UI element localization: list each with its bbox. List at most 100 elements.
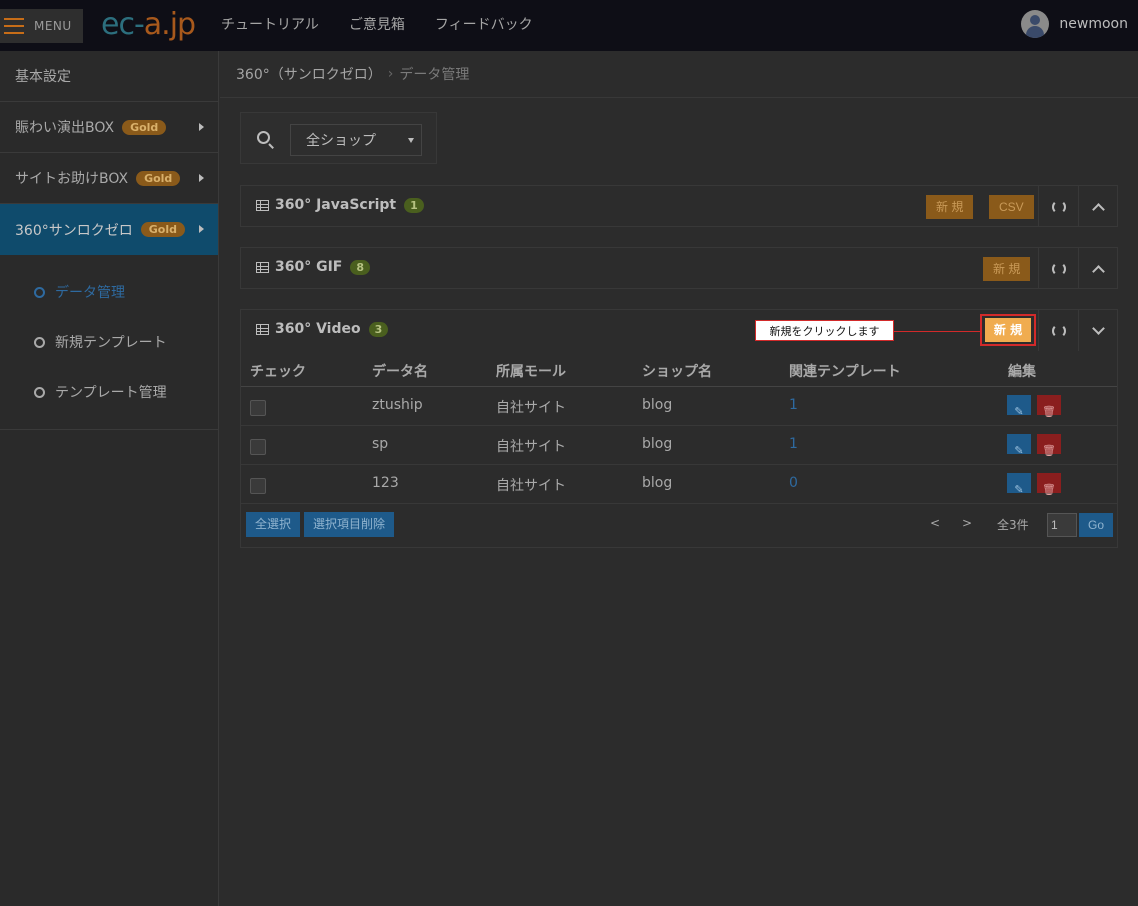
csv-button[interactable]: CSV bbox=[989, 195, 1034, 219]
count-badge: 1 bbox=[404, 197, 424, 213]
column-header-edit: 編集 bbox=[1008, 364, 1036, 380]
row-checkbox[interactable] bbox=[250, 478, 266, 494]
go-button[interactable]: Go bbox=[1079, 513, 1113, 537]
table-row: ztuship 自社サイト blog 1 ✎ 🗑 bbox=[241, 387, 1117, 426]
panel-360-javascript: 360° JavaScript 1 新 規 CSV bbox=[240, 185, 1118, 227]
panel-title-text: 360° GIF bbox=[275, 259, 343, 275]
gold-badge: Gold bbox=[122, 119, 167, 135]
refresh-icon bbox=[1051, 199, 1066, 214]
cell-mall: 自社サイト bbox=[496, 439, 566, 455]
panel-360-video: 360° Video 3 新規をクリックします 新 規 チェック データ名 所属… bbox=[240, 309, 1118, 548]
prev-page-button[interactable]: < bbox=[930, 516, 940, 530]
column-header-templates: 関連テンプレート bbox=[789, 364, 901, 380]
panel-360-gif: 360° GIF 8 新 規 bbox=[240, 247, 1118, 289]
sidebar-item-basic-settings[interactable]: 基本設定 bbox=[0, 51, 218, 102]
caret-right-icon bbox=[199, 225, 204, 233]
avatar-icon bbox=[1021, 10, 1050, 38]
new-button-highlighted[interactable]: 新 規 bbox=[980, 314, 1036, 346]
chevron-up-icon bbox=[1092, 202, 1105, 216]
panel-title-text: 360° Video bbox=[275, 321, 361, 337]
sidebar-item-site-help-box[interactable]: サイトお助けBOX Gold bbox=[0, 153, 218, 204]
callout-connector bbox=[894, 331, 980, 332]
username: newmoon bbox=[1059, 16, 1128, 32]
logo-part-2: a.jp bbox=[143, 7, 196, 42]
menu-button[interactable]: MENU bbox=[0, 9, 83, 43]
new-button[interactable]: 新 規 bbox=[926, 195, 974, 219]
caret-right-icon bbox=[199, 123, 204, 131]
trash-icon: 🗑 bbox=[1042, 445, 1056, 457]
user-menu[interactable]: newmoon bbox=[1021, 10, 1128, 38]
table-icon bbox=[256, 323, 269, 335]
page-number-input[interactable] bbox=[1047, 513, 1077, 537]
count-badge: 3 bbox=[368, 321, 389, 337]
panel-title: 360° GIF 8 bbox=[256, 259, 371, 275]
top-nav: チュートリアル ご意見箱 フィードバック bbox=[221, 14, 533, 34]
row-checkbox[interactable] bbox=[250, 400, 266, 416]
breadcrumb-root[interactable]: 360°（サンロクゼロ） bbox=[236, 64, 382, 84]
edit-button[interactable]: ✎ bbox=[1007, 395, 1031, 418]
column-header-check: チェック bbox=[250, 364, 306, 380]
column-header-shop: ショップ名 bbox=[642, 364, 712, 380]
refresh-icon bbox=[1051, 323, 1066, 338]
column-header-mall: 所属モール bbox=[496, 364, 566, 380]
edit-button[interactable]: ✎ bbox=[1007, 473, 1031, 496]
cell-templates-link[interactable]: 1 bbox=[789, 397, 798, 413]
nav-feedback[interactable]: フィードバック bbox=[435, 14, 533, 34]
refresh-button[interactable] bbox=[1038, 310, 1078, 351]
trash-icon: 🗑 bbox=[1042, 484, 1056, 496]
total-count: 全3件 bbox=[997, 518, 1029, 532]
edit-icon: ✎ bbox=[1014, 484, 1024, 496]
table-row: 123 自社サイト blog 0 ✎ 🗑 bbox=[241, 465, 1117, 504]
sidebar-item-label: 賑わい演出BOX bbox=[15, 120, 115, 136]
delete-button[interactable]: 🗑 bbox=[1037, 434, 1061, 457]
delete-button[interactable]: 🗑 bbox=[1037, 395, 1061, 418]
search-icon[interactable] bbox=[257, 131, 270, 144]
sidebar-item-360[interactable]: 360°サンロクゼロ Gold bbox=[0, 204, 218, 255]
delete-selected-button[interactable]: 選択項目削除 bbox=[304, 512, 395, 537]
table-footer: 全選択 選択項目削除 < > 全3件 Go bbox=[241, 504, 1117, 546]
refresh-button[interactable] bbox=[1038, 186, 1078, 227]
circle-icon bbox=[34, 286, 45, 298]
expand-button[interactable] bbox=[1078, 310, 1118, 351]
hamburger-icon bbox=[4, 18, 24, 34]
select-all-button[interactable]: 全選択 bbox=[246, 512, 301, 537]
delete-button[interactable]: 🗑 bbox=[1037, 473, 1061, 496]
refresh-icon bbox=[1051, 261, 1066, 276]
cell-templates-link[interactable]: 1 bbox=[789, 436, 798, 452]
sidebar-subitem-label: データ管理 bbox=[55, 285, 125, 301]
sidebar-subitem-label: 新規テンプレート bbox=[55, 335, 167, 351]
gold-badge: Gold bbox=[140, 222, 185, 237]
row-checkbox[interactable] bbox=[250, 439, 266, 455]
panel-title: 360° JavaScript 1 bbox=[256, 197, 424, 213]
chevron-down-icon bbox=[1092, 321, 1105, 335]
panel-header: 360° Video 3 新規をクリックします 新 規 bbox=[241, 310, 1117, 351]
caret-down-icon bbox=[408, 138, 414, 143]
table-icon bbox=[256, 199, 269, 211]
collapse-button[interactable] bbox=[1078, 186, 1118, 227]
sidebar-item-label: 基本設定 bbox=[15, 69, 71, 85]
next-page-button[interactable]: > bbox=[962, 516, 972, 530]
edit-button[interactable]: ✎ bbox=[1007, 434, 1031, 457]
sidebar-item-nigiwai-box[interactable]: 賑わい演出BOX Gold bbox=[0, 102, 218, 153]
collapse-button[interactable] bbox=[1078, 248, 1118, 289]
sidebar-subitem-new-template[interactable]: 新規テンプレート bbox=[0, 317, 218, 367]
cell-shop: blog bbox=[642, 475, 673, 491]
cell-mall: 自社サイト bbox=[496, 400, 566, 416]
sidebar-subitem-data-management[interactable]: データ管理 bbox=[0, 267, 218, 317]
new-button-label: 新 規 bbox=[985, 318, 1031, 342]
panel-title-text: 360° JavaScript bbox=[275, 197, 397, 213]
cell-templates-link[interactable]: 0 bbox=[789, 475, 798, 491]
nav-opinion-box[interactable]: ご意見箱 bbox=[349, 14, 405, 34]
shop-select[interactable]: 全ショップ bbox=[290, 124, 422, 156]
table-icon bbox=[256, 261, 269, 273]
panel-header: 360° JavaScript 1 新 規 CSV bbox=[241, 186, 1117, 227]
refresh-button[interactable] bbox=[1038, 248, 1078, 289]
logo[interactable]: ec-a.jp bbox=[101, 6, 196, 44]
nav-tutorial[interactable]: チュートリアル bbox=[221, 14, 319, 34]
sidebar-subitem-template-management[interactable]: テンプレート管理 bbox=[0, 367, 218, 417]
column-header-data-name: データ名 bbox=[372, 364, 428, 380]
menu-label: MENU bbox=[34, 19, 72, 33]
cell-shop: blog bbox=[642, 397, 673, 413]
table-header: チェック データ名 所属モール ショップ名 関連テンプレート 編集 bbox=[241, 351, 1117, 387]
new-button[interactable]: 新 規 bbox=[983, 257, 1031, 281]
